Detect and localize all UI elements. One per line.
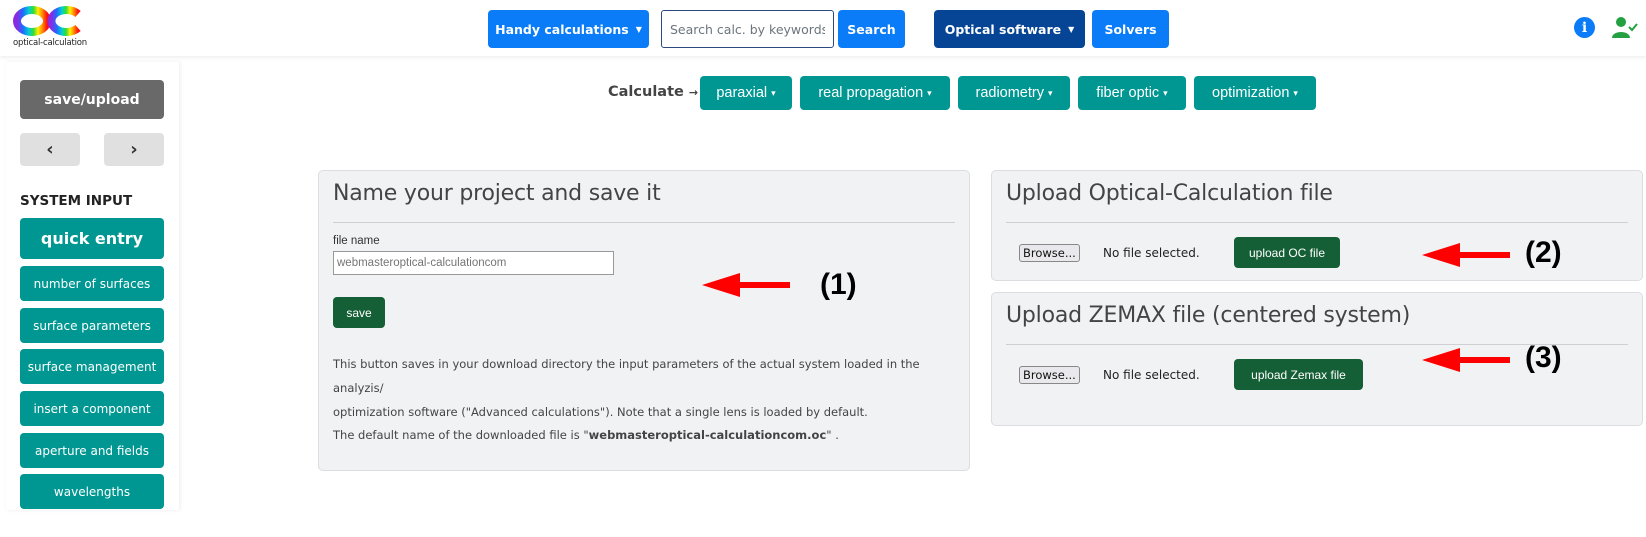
annotation-arrow-3: [1422, 348, 1510, 372]
caret-down-icon: ▾: [771, 87, 776, 98]
calc-menu-label: radiometry: [975, 85, 1044, 101]
calc-menu-label: optimization: [1212, 85, 1290, 101]
top-navbar: optical-calculation Handy calculations ▼…: [0, 0, 1646, 56]
annotation-label-3: (3): [1525, 341, 1562, 374]
sidebar-item-surface-parameters[interactable]: surface parameters: [20, 308, 164, 343]
oc-panel-title: Upload Optical-Calculation file: [1006, 181, 1333, 206]
default-name-suffix: " .: [826, 428, 839, 442]
oc-no-file-text: No file selected.: [1103, 246, 1200, 260]
divider: [333, 222, 955, 223]
calc-menu-real-propagation[interactable]: real propagation ▾: [800, 76, 950, 110]
handy-calculations-menu[interactable]: Handy calculations ▼: [488, 10, 649, 48]
description-line-1: This button saves in your download direc…: [333, 357, 920, 395]
upload-zemax-file-button[interactable]: upload Zemax file: [1234, 359, 1363, 390]
system-input-heading: SYSTEM INPUT: [20, 193, 133, 209]
calc-menu-label: real propagation: [818, 85, 924, 101]
save-description: This button saves in your download direc…: [333, 352, 923, 424]
default-file-name: webmasteroptical-calculationcom.oc: [588, 428, 827, 442]
save-project-panel: Name your project and save it file name …: [318, 170, 970, 471]
zemax-panel-title: Upload ZEMAX file (centered system): [1006, 303, 1411, 328]
default-name-text: The default name of the downloaded file …: [333, 423, 923, 447]
quick-entry-button[interactable]: quick entry: [20, 218, 164, 259]
caret-down-icon: ▼: [1068, 24, 1075, 34]
caret-down-icon: ▼: [635, 24, 642, 34]
save-upload-button[interactable]: save/upload: [20, 80, 164, 119]
annotation-label-1: (1): [820, 268, 857, 301]
search-button[interactable]: Search: [838, 10, 905, 48]
sidebar-item-insert-component[interactable]: insert a component: [20, 391, 164, 426]
chevron-right-icon: ›: [130, 139, 138, 160]
arrow-right-icon: →: [688, 86, 699, 99]
calc-menu-label: fiber optic: [1096, 85, 1160, 101]
logo[interactable]: optical-calculation: [8, 4, 92, 50]
logo-text: optical-calculation: [13, 38, 87, 48]
caret-down-icon: ▾: [927, 87, 932, 98]
calc-menu-paraxial[interactable]: paraxial ▾: [700, 76, 792, 110]
info-icon[interactable]: i: [1574, 17, 1595, 38]
sidebar-item-wavelengths[interactable]: wavelengths: [20, 474, 164, 509]
upload-oc-file-button[interactable]: upload OC file: [1234, 237, 1340, 268]
oc-logo-icon: [13, 6, 81, 36]
file-name-input[interactable]: [333, 251, 614, 275]
save-button[interactable]: save: [333, 297, 385, 328]
save-panel-title: Name your project and save it: [333, 181, 661, 206]
calc-menu-fiber-optic[interactable]: fiber optic ▾: [1078, 76, 1186, 110]
caret-down-icon: ▾: [1293, 87, 1298, 98]
calc-menu-label: paraxial: [716, 85, 768, 101]
chevron-left-icon: ‹: [46, 139, 54, 160]
previous-button[interactable]: ‹: [20, 133, 80, 166]
optical-software-menu[interactable]: Optical software ▼: [934, 10, 1085, 48]
sidebar: save/upload ‹ › SYSTEM INPUT quick entry…: [6, 62, 179, 510]
calc-menu-radiometry[interactable]: radiometry ▾: [958, 76, 1070, 110]
divider: [1006, 222, 1628, 223]
solvers-button[interactable]: Solvers: [1092, 10, 1169, 48]
zemax-no-file-text: No file selected.: [1103, 368, 1200, 382]
caret-down-icon: ▾: [1047, 87, 1053, 98]
sidebar-item-number-of-surfaces[interactable]: number of surfaces: [20, 266, 164, 301]
oc-browse-button[interactable]: Browse...: [1019, 244, 1080, 262]
file-name-label: file name: [333, 235, 380, 247]
annotation-label-2: (2): [1525, 236, 1562, 269]
caret-down-icon: ▾: [1163, 87, 1168, 98]
handy-calculations-label: Handy calculations: [495, 21, 629, 37]
sidebar-item-aperture-fields[interactable]: aperture and fields: [20, 433, 164, 468]
annotation-arrow-2: [1422, 243, 1510, 267]
calc-menu-optimization[interactable]: optimization ▾: [1194, 76, 1316, 110]
calculate-text: Calculate: [608, 84, 684, 100]
calculate-label: Calculate →: [608, 84, 698, 100]
search-input[interactable]: [661, 10, 834, 48]
zemax-browse-button[interactable]: Browse...: [1019, 366, 1080, 384]
annotation-arrow-1: [702, 273, 790, 297]
next-button[interactable]: ›: [104, 133, 164, 166]
optical-software-label: Optical software: [944, 21, 1062, 37]
description-line-2: optimization software ("Advanced calcula…: [333, 405, 868, 419]
sidebar-item-surface-management[interactable]: surface management: [20, 349, 164, 384]
user-check-icon[interactable]: [1612, 16, 1638, 40]
default-name-prefix: The default name of the downloaded file …: [333, 428, 589, 442]
